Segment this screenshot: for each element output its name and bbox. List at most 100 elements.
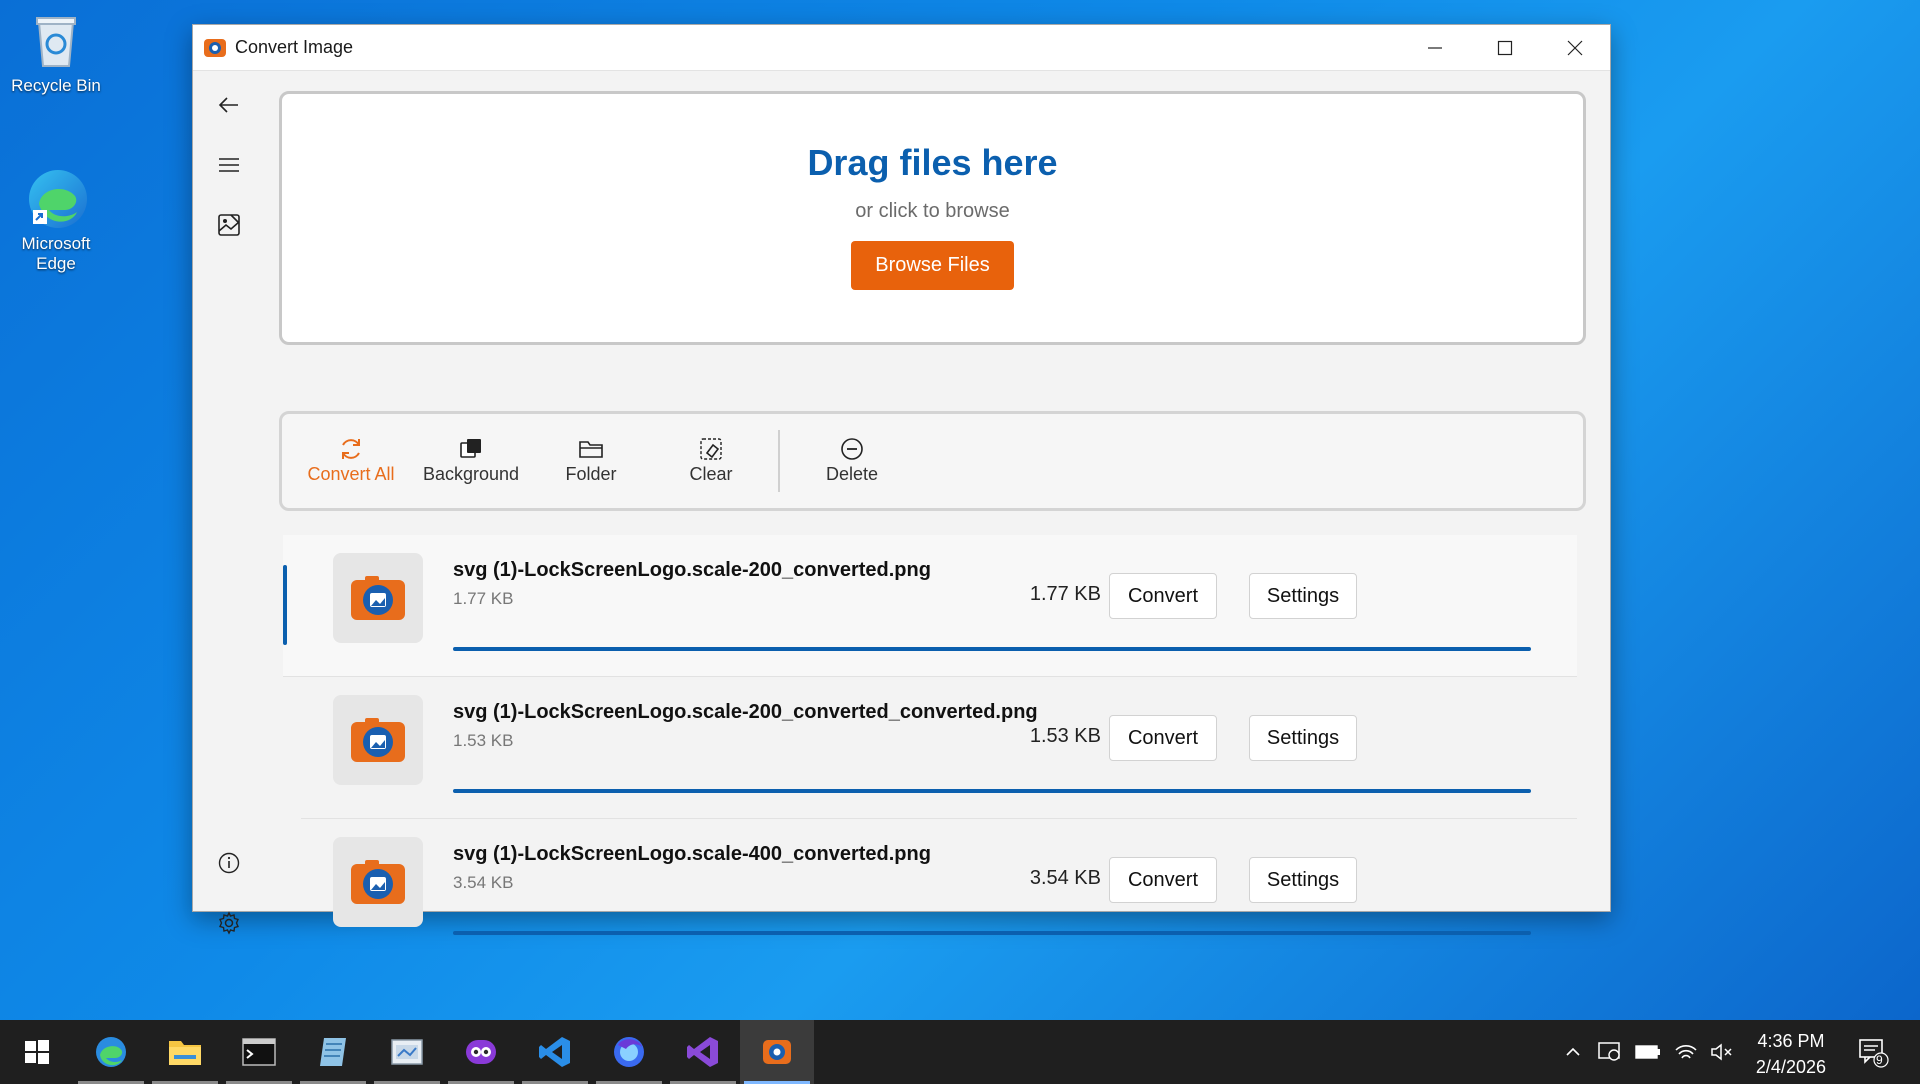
browse-files-button[interactable]: Browse Files	[851, 241, 1014, 290]
file-thumbnail	[333, 837, 423, 927]
progress-bar	[453, 647, 1531, 651]
clear-button[interactable]: Clear	[656, 434, 766, 485]
convert-all-button[interactable]: Convert All	[296, 434, 406, 485]
settings-nav-button[interactable]	[207, 901, 251, 945]
back-button[interactable]	[207, 83, 251, 127]
maximize-icon	[1497, 40, 1513, 55]
firefox-icon	[614, 1037, 644, 1067]
taskbar-firefox[interactable]	[592, 1020, 666, 1084]
minimize-icon	[1428, 46, 1442, 49]
drop-zone-title: Drag files here	[807, 142, 1058, 183]
folder-button[interactable]: Folder	[536, 434, 646, 485]
desktop-icon-label: Microsoft Edge	[21, 234, 91, 274]
settings-button[interactable]: Settings	[1249, 715, 1357, 761]
window-title: Convert Image	[235, 37, 354, 57]
refresh-icon	[342, 439, 360, 459]
clock-time: 4:36 PM	[1757, 1031, 1825, 1051]
notification-count: 9	[1876, 1053, 1883, 1067]
paint-icon	[391, 1039, 423, 1065]
taskbar-clock[interactable]: 4:36 PM 2/4/2026	[1756, 1028, 1826, 1080]
file-size-subtitle: 1.53 KB	[453, 731, 514, 750]
convert-button[interactable]: Convert	[1109, 715, 1217, 761]
gear-icon	[219, 911, 239, 935]
menu-button[interactable]	[207, 143, 251, 187]
file-size: 1.77 KB	[1029, 583, 1101, 605]
file-list: svg (1)-LockScreenLogo.scale-200_convert…	[283, 535, 1577, 961]
chevron-up-icon	[1566, 1047, 1580, 1056]
hamburger-icon	[219, 158, 239, 172]
taskbar-paint[interactable]	[370, 1020, 444, 1084]
file-row[interactable]: svg (1)-LockScreenLogo.scale-400_convert…	[301, 819, 1577, 961]
eraser-icon	[700, 438, 722, 460]
recycle-bin-icon	[25, 8, 87, 70]
file-size: 1.53 KB	[1029, 725, 1101, 747]
drop-zone[interactable]: Drag files here or click to browse Brows…	[279, 91, 1586, 345]
convert-image-window: Convert Image Drag files here or click t…	[192, 24, 1611, 935]
taskbar-notepad[interactable]	[296, 1020, 370, 1084]
convert-image-icon	[763, 1040, 791, 1064]
edge-icon	[96, 1037, 126, 1067]
start-button[interactable]	[0, 1020, 74, 1084]
camera-image-icon	[351, 718, 405, 762]
remove-circle-icon	[841, 438, 863, 460]
file-row[interactable]: svg (1)-LockScreenLogo.scale-200_convert…	[283, 535, 1577, 677]
drop-zone-subtitle: or click to browse	[855, 200, 1010, 222]
background-label: Background	[422, 464, 520, 484]
copilot-icon	[466, 1040, 496, 1064]
close-button[interactable]	[1540, 25, 1610, 71]
background-button[interactable]: Background	[416, 434, 526, 485]
taskbar-visual-studio[interactable]	[666, 1020, 740, 1084]
delete-button[interactable]: Delete	[797, 434, 907, 485]
tray-volume[interactable]	[1706, 1020, 1738, 1084]
settings-button[interactable]: Settings	[1249, 573, 1357, 619]
convert-nav-button[interactable]	[207, 203, 251, 247]
info-icon	[218, 852, 240, 874]
taskbar-terminal[interactable]	[222, 1020, 296, 1084]
tray-network[interactable]	[1670, 1020, 1702, 1084]
convert-image-app-icon	[203, 36, 227, 60]
notepad-icon	[320, 1038, 346, 1066]
folder-icon	[579, 441, 603, 458]
tray-security[interactable]	[1594, 1020, 1626, 1084]
camera-image-icon	[351, 860, 405, 904]
tray-battery[interactable]	[1632, 1020, 1664, 1084]
notification-icon	[1859, 1039, 1889, 1068]
taskbar-file-explorer[interactable]	[148, 1020, 222, 1084]
toolbar-separator	[778, 430, 780, 492]
file-row[interactable]: svg (1)-LockScreenLogo.scale-200_convert…	[301, 677, 1577, 819]
file-name: svg (1)-LockScreenLogo.scale-400_convert…	[453, 843, 931, 865]
taskbar-edge[interactable]	[74, 1020, 148, 1084]
taskbar-convert-image[interactable]	[740, 1020, 814, 1084]
sidebar	[193, 71, 265, 935]
file-size-subtitle: 3.54 KB	[453, 873, 514, 892]
progress-bar	[453, 789, 1531, 793]
file-explorer-icon	[169, 1041, 201, 1065]
progress-bar	[453, 931, 1531, 935]
maximize-button[interactable]	[1470, 25, 1540, 71]
close-icon	[1567, 40, 1583, 55]
settings-button[interactable]: Settings	[1249, 857, 1357, 903]
minimize-button[interactable]	[1400, 25, 1470, 71]
taskbar: 4:36 PM 2/4/2026 9	[0, 1020, 1920, 1084]
selection-indicator	[283, 565, 287, 645]
desktop-icon-edge[interactable]: Microsoft Edge	[6, 166, 106, 275]
info-button[interactable]	[207, 841, 251, 885]
notification-center-button[interactable]: 9	[1848, 1020, 1898, 1084]
tray-overflow-button[interactable]	[1560, 1020, 1586, 1084]
visual-studio-icon	[687, 1037, 718, 1067]
file-name: svg (1)-LockScreenLogo.scale-200_convert…	[453, 701, 1038, 723]
clear-label: Clear	[689, 464, 733, 484]
delete-label: Delete	[825, 464, 879, 484]
file-name: svg (1)-LockScreenLogo.scale-200_convert…	[453, 559, 931, 581]
taskbar-vscode[interactable]	[518, 1020, 592, 1084]
file-size-subtitle: 1.77 KB	[453, 589, 514, 608]
main-content: Drag files here or click to browse Brows…	[265, 71, 1610, 935]
image-convert-icon	[218, 214, 240, 236]
convert-button[interactable]: Convert	[1109, 573, 1217, 619]
taskbar-copilot[interactable]	[444, 1020, 518, 1084]
wifi-icon	[1675, 1045, 1697, 1059]
clock-date: 2/4/2026	[1755, 1057, 1826, 1077]
folder-label: Folder	[565, 464, 617, 484]
convert-button[interactable]: Convert	[1109, 857, 1217, 903]
desktop-icon-recycle-bin[interactable]: Recycle Bin	[6, 8, 106, 96]
